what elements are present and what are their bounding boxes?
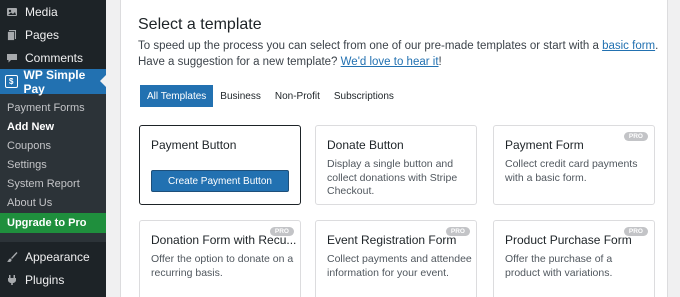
template-card-product-purchase[interactable]: PRO Product Purchase Form Offer the purc… xyxy=(493,220,655,297)
menu-label: Comments xyxy=(25,50,84,65)
template-description: To speed up the process you can select f… xyxy=(138,38,666,70)
template-card-payment-button[interactable]: Payment Button Create Payment Button xyxy=(139,125,301,205)
template-title: Payment Form xyxy=(505,138,584,152)
tab-non-profit[interactable]: Non-Profit xyxy=(268,85,327,107)
template-description: Offer the purchase of a product with var… xyxy=(505,253,613,279)
template-title: Product Purchase Form xyxy=(505,233,632,247)
menu-item-appearance[interactable]: Appearance xyxy=(0,245,106,268)
menu-label: WP Simple Pay xyxy=(23,67,86,96)
template-description: Display a single button and collect dona… xyxy=(327,158,458,197)
template-description: Collect payments and attendee informatio… xyxy=(327,253,472,279)
description-text: To speed up the process you can select f… xyxy=(138,40,603,52)
menu-label: Media xyxy=(25,4,58,19)
plugin-icon xyxy=(6,274,18,286)
page-title: Select a template xyxy=(138,16,262,33)
submenu-item-upgrade[interactable]: Upgrade to Pro xyxy=(0,213,106,233)
pages-icon xyxy=(6,29,18,41)
template-title: Donation Form with Recu... xyxy=(151,233,297,247)
submenu: Payment Forms Add New Coupons Settings S… xyxy=(0,94,106,242)
template-title: Payment Button xyxy=(151,138,237,152)
template-description: Offer the option to donate on a recurrin… xyxy=(151,253,294,279)
template-selector-panel: Select a template To speed up the proces… xyxy=(120,0,668,297)
template-description: Collect credit card payments with a basi… xyxy=(505,158,638,184)
submenu-item-add-new[interactable]: Add New xyxy=(0,117,106,136)
submenu-item-coupons[interactable]: Coupons xyxy=(0,136,106,155)
paintbrush-icon xyxy=(6,251,18,263)
menu-item-plugins[interactable]: Plugins xyxy=(0,268,106,291)
menu-label: Plugins xyxy=(25,272,65,287)
simple-pay-icon: $ xyxy=(5,75,18,88)
menu-label: Pages xyxy=(25,27,60,42)
submenu-item-settings[interactable]: Settings xyxy=(0,155,106,174)
menu-item-pages[interactable]: Pages xyxy=(0,23,106,46)
admin-sidebar: Media Pages Comments $ WP Simple Pay Pay… xyxy=(0,0,106,297)
media-icon xyxy=(6,6,18,18)
tab-business[interactable]: Business xyxy=(213,85,268,107)
template-card-donate-button[interactable]: Donate Button Display a single button an… xyxy=(315,125,477,205)
suggestion-link[interactable]: We'd love to hear it xyxy=(341,56,439,68)
menu-item-wp-simple-pay[interactable]: $ WP Simple Pay xyxy=(0,67,106,96)
menu-item-comments[interactable]: Comments xyxy=(0,46,106,69)
template-category-tabs: All Templates Business Non-Profit Subscr… xyxy=(140,85,401,107)
template-title: Donate Button xyxy=(327,138,404,152)
current-menu-arrow xyxy=(100,75,106,87)
template-card-donation-form-recurring[interactable]: PRO Donation Form with Recu... Offer the… xyxy=(139,220,301,297)
template-card-event-registration[interactable]: PRO Event Registration Form Collect paym… xyxy=(315,220,477,297)
submenu-item-system-report[interactable]: System Report xyxy=(0,174,106,193)
create-payment-button[interactable]: Create Payment Button xyxy=(151,170,289,192)
description-text: ! xyxy=(438,56,442,68)
template-card-payment-form[interactable]: PRO Payment Form Collect credit card pay… xyxy=(493,125,655,205)
submenu-item-payment-forms[interactable]: Payment Forms xyxy=(0,98,106,117)
basic-form-link[interactable]: basic form xyxy=(602,40,655,52)
submenu-item-about-us[interactable]: About Us xyxy=(0,193,106,212)
menu-label: Appearance xyxy=(25,249,90,264)
comments-icon xyxy=(6,52,18,64)
tab-subscriptions[interactable]: Subscriptions xyxy=(327,85,401,107)
menu-item-media[interactable]: Media xyxy=(0,0,106,23)
template-title: Event Registration Form xyxy=(327,233,457,247)
tab-all-templates[interactable]: All Templates xyxy=(140,85,214,107)
